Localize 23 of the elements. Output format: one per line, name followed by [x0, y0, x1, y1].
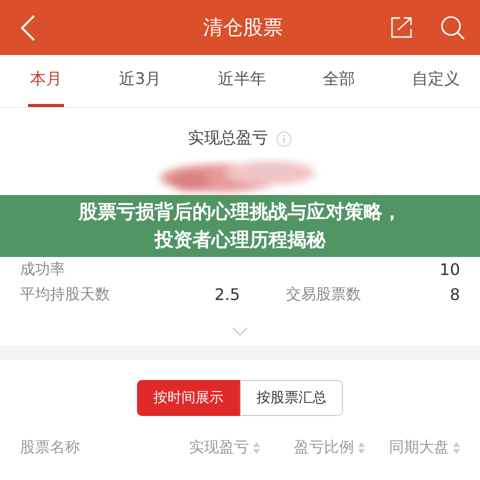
sort-icon — [253, 442, 260, 454]
back-button[interactable] — [20, 14, 36, 42]
period-tab[interactable]: 自定义 — [410, 55, 462, 107]
sort-icon — [358, 442, 365, 454]
stat-label: 成功率 — [20, 260, 66, 279]
view-toggle[interactable]: 按股票汇总 — [240, 380, 343, 416]
stat-label: 平均持股天数 — [20, 285, 111, 304]
period-tab[interactable]: 本月 — [28, 55, 64, 107]
stat-value: 2.5 — [214, 285, 240, 304]
share-button[interactable] — [390, 14, 414, 40]
sort-icon — [453, 442, 460, 454]
stat-value: 8 — [448, 285, 460, 304]
view-toggle[interactable]: 按时间展示 — [137, 380, 240, 416]
summary-title: 实现总盈亏 — [188, 128, 268, 149]
period-tab[interactable]: 近半年 — [216, 55, 268, 107]
search-button[interactable] — [440, 14, 466, 40]
stat-value: 10 — [438, 260, 460, 279]
stat-label: 交易股票数 — [285, 285, 362, 304]
headline: 股票亏损背后的心理挑战与应对策略，投资者心理历程揭秘 — [77, 200, 402, 253]
page-title: 清仓股票 — [203, 14, 283, 41]
period-tab[interactable]: 全部 — [321, 55, 358, 107]
period-tab[interactable]: 近3月 — [116, 55, 164, 107]
column-header: 股票名称 — [20, 438, 81, 457]
